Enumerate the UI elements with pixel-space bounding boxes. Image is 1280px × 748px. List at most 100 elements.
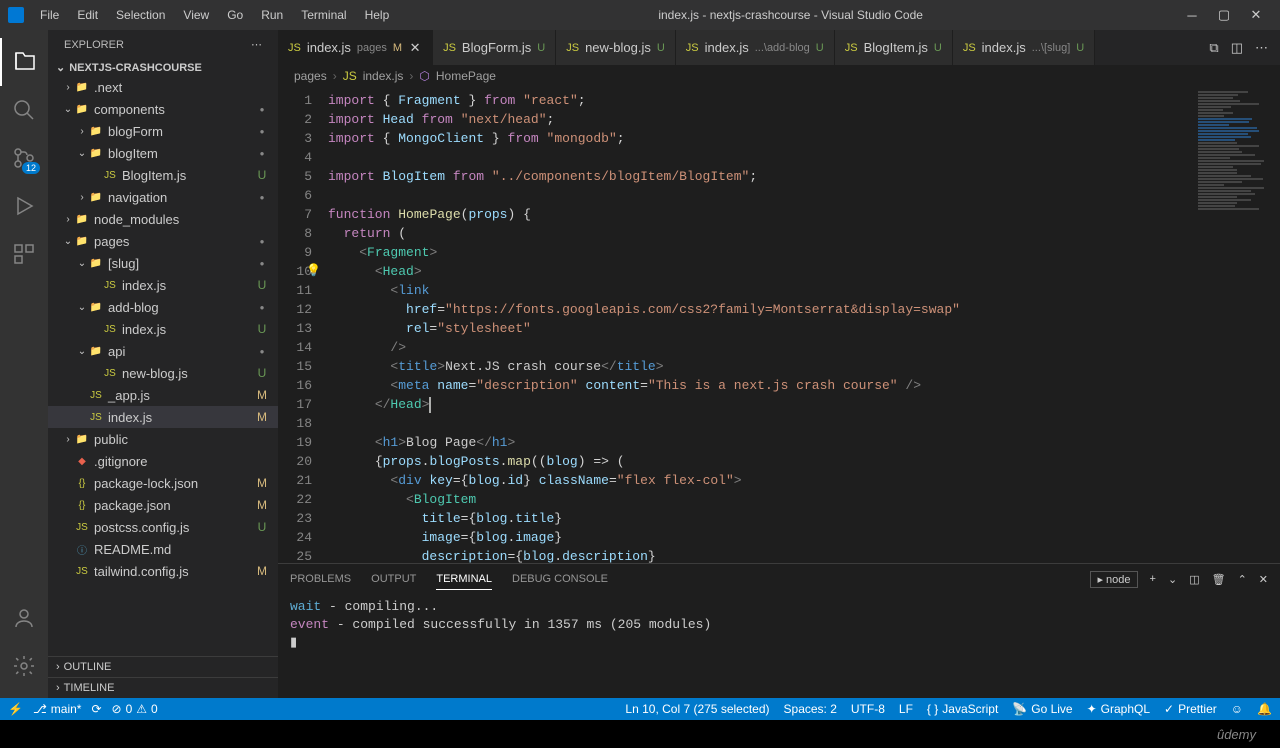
file-tree: ›📁.next⌄📁components●›📁blogForm●⌄📁blogIte… (48, 76, 278, 582)
menu-terminal[interactable]: Terminal (293, 4, 354, 26)
menu-edit[interactable]: Edit (69, 4, 106, 26)
more-icon[interactable]: ⋯ (1255, 40, 1268, 56)
project-label: NEXTJS-CRASHCOURSE (69, 62, 202, 74)
settings-activity[interactable] (0, 642, 48, 690)
folder-item[interactable]: ›📁.next (48, 76, 278, 98)
split-terminal-icon[interactable]: ◫ (1189, 573, 1199, 586)
shell-select[interactable]: ▸ node (1090, 571, 1137, 588)
explorer-activity[interactable] (0, 38, 48, 86)
file-item[interactable]: {}package-lock.jsonM (48, 472, 278, 494)
graphql-status[interactable]: ✦ GraphQL (1087, 702, 1150, 716)
indent-status[interactable]: Spaces: 2 (784, 702, 837, 716)
feedback-button[interactable]: ☺ (1231, 702, 1243, 716)
folder-item[interactable]: ⌄📁add-blog● (48, 296, 278, 318)
editor-tabs: JSindex.jspagesM✕JSBlogForm.jsUJSnew-blo… (278, 30, 1280, 65)
file-item[interactable]: ⓘREADME.md (48, 538, 278, 560)
close-button[interactable]: ✕ (1248, 7, 1264, 23)
file-item[interactable]: {}package.jsonM (48, 494, 278, 516)
editor-tab[interactable]: JSindex.js...\[slug]U (953, 30, 1095, 65)
footer-label: ûdemy (1217, 727, 1256, 742)
accounts-activity[interactable] (0, 594, 48, 642)
editor-tab[interactable]: JSBlogItem.jsU (835, 30, 953, 65)
trash-icon[interactable]: 🗑 (1212, 573, 1226, 586)
extensions-activity[interactable] (0, 230, 48, 278)
breadcrumb-item[interactable]: pages (294, 69, 327, 83)
project-header[interactable]: ⌄ NEXTJS-CRASHCOURSE (48, 59, 278, 76)
panel-tab-output[interactable]: OUTPUT (371, 569, 416, 589)
file-item[interactable]: JSnew-blog.jsU (48, 362, 278, 384)
folder-item[interactable]: ⌄📁api● (48, 340, 278, 362)
bell-icon[interactable]: 🔔 (1257, 702, 1272, 716)
prettier-status[interactable]: ✓ Prettier (1164, 702, 1217, 716)
new-terminal-icon[interactable]: + (1150, 573, 1156, 585)
remote-button[interactable]: ⚡ (8, 702, 23, 716)
close-panel-icon[interactable]: ✕ (1259, 573, 1268, 586)
file-item[interactable]: JSBlogItem.jsU (48, 164, 278, 186)
chevron-right-icon: › (409, 69, 413, 83)
file-item[interactable]: JS_app.jsM (48, 384, 278, 406)
editor-content[interactable]: 1234567891011121314151617181920212223242… (278, 87, 1280, 563)
menu-bar: FileEditSelectionViewGoRunTerminalHelp (32, 4, 397, 26)
panel-tab-terminal[interactable]: TERMINAL (436, 569, 492, 590)
folder-item[interactable]: ›📁public (48, 428, 278, 450)
sidebar-more-icon[interactable]: ⋯ (251, 38, 262, 51)
cursor-position[interactable]: Ln 10, Col 7 (275 selected) (625, 702, 769, 716)
problems-status[interactable]: ⊘ 0 ⚠ 0 (112, 702, 158, 716)
editor-area: JSindex.jspagesM✕JSBlogForm.jsUJSnew-blo… (278, 30, 1280, 698)
chevron-right-icon: › (333, 69, 337, 83)
language-status[interactable]: { } JavaScript (927, 702, 998, 716)
breadcrumb-item[interactable]: HomePage (436, 69, 496, 83)
folder-item[interactable]: ⌄📁components● (48, 98, 278, 120)
panel-tab-debug-console[interactable]: DEBUG CONSOLE (512, 569, 608, 589)
menu-file[interactable]: File (32, 4, 67, 26)
timeline-section[interactable]: › TIMELINE (48, 677, 278, 698)
chevron-down-icon[interactable]: ⌄ (1168, 573, 1177, 586)
split-icon[interactable]: ◫ (1231, 40, 1243, 56)
run-debug-activity[interactable] (0, 182, 48, 230)
timeline-label: TIMELINE (64, 682, 115, 694)
file-item[interactable]: JSpostcss.config.jsU (48, 516, 278, 538)
folder-item[interactable]: ⌄📁pages● (48, 230, 278, 252)
file-item[interactable]: JSindex.jsU (48, 274, 278, 296)
panel: PROBLEMS OUTPUT TERMINAL DEBUG CONSOLE ▸ nod… (278, 563, 1280, 698)
editor-tab[interactable]: JSBlogForm.jsU (433, 30, 556, 65)
sync-button[interactable]: ⟳ (91, 702, 101, 716)
folder-item[interactable]: ⌄📁blogItem● (48, 142, 278, 164)
source-control-activity[interactable]: 12 (0, 134, 48, 182)
breadcrumb-item[interactable]: index.js (363, 69, 404, 83)
outline-section[interactable]: › OUTLINE (48, 656, 278, 677)
file-item[interactable]: JSindex.jsU (48, 318, 278, 340)
window-title: index.js - nextjs-crashcourse - Visual S… (397, 8, 1184, 22)
menu-run[interactable]: Run (253, 4, 291, 26)
menu-selection[interactable]: Selection (108, 4, 173, 26)
search-activity[interactable] (0, 86, 48, 134)
code-area[interactable]: import { Fragment } from "react";import … (328, 87, 1190, 563)
compare-icon[interactable]: ⧉ (1209, 40, 1218, 56)
vscode-icon (8, 7, 24, 23)
maximize-button[interactable]: ▢ (1216, 7, 1232, 23)
breadcrumbs[interactable]: pages › JS index.js › ⬡ HomePage (278, 65, 1280, 87)
file-item[interactable]: JSindex.jsM (48, 406, 278, 428)
eol-status[interactable]: LF (899, 702, 913, 716)
menu-view[interactable]: View (175, 4, 217, 26)
menu-help[interactable]: Help (357, 4, 398, 26)
golive-button[interactable]: 📡 Go Live (1012, 702, 1072, 716)
maximize-panel-icon[interactable]: ⌃ (1238, 573, 1247, 586)
file-item[interactable]: ◆.gitignore (48, 450, 278, 472)
folder-item[interactable]: ⌄📁[slug]● (48, 252, 278, 274)
panel-tab-problems[interactable]: PROBLEMS (290, 569, 351, 589)
folder-item[interactable]: ›📁node_modules (48, 208, 278, 230)
editor-tab[interactable]: JSnew-blog.jsU (556, 30, 676, 65)
sidebar-header: EXPLORER ⋯ (48, 30, 278, 59)
minimize-button[interactable]: ─ (1184, 7, 1200, 23)
encoding-status[interactable]: UTF-8 (851, 702, 885, 716)
menu-go[interactable]: Go (219, 4, 251, 26)
editor-tab[interactable]: JSindex.jspagesM✕ (278, 30, 433, 65)
branch-status[interactable]: ⎇ main* (33, 702, 82, 716)
terminal-output[interactable]: wait - compiling...event - compiled succ… (278, 594, 1280, 698)
folder-item[interactable]: ›📁navigation● (48, 186, 278, 208)
minimap[interactable] (1190, 87, 1280, 563)
folder-item[interactable]: ›📁blogForm● (48, 120, 278, 142)
editor-tab[interactable]: JSindex.js...\add-blogU (676, 30, 835, 65)
file-item[interactable]: JStailwind.config.jsM (48, 560, 278, 582)
